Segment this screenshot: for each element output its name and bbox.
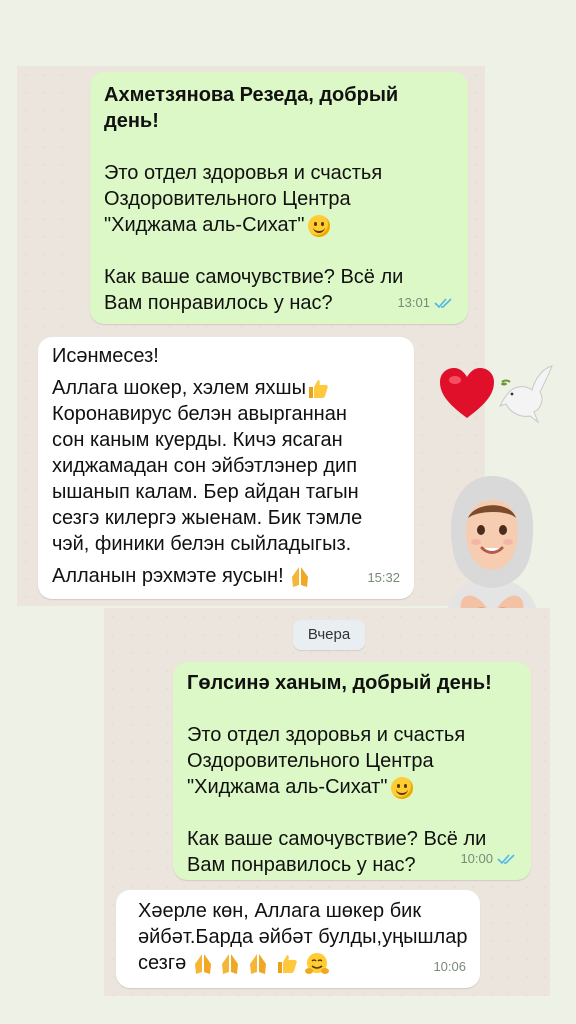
heart-icon [440, 368, 494, 418]
message-line: Оздоровительного Центра [104, 188, 351, 210]
thumbs-up-icon [277, 954, 297, 973]
message-time: 10:00 [460, 851, 493, 866]
message-meta: 15:32 [367, 565, 400, 591]
message-line: сезгә [138, 950, 466, 976]
incoming-message-1[interactable]: Исәнмесез! Аллага шокер, хэлем яхшы Коро… [38, 337, 414, 599]
message-meta: 10:06 [433, 954, 466, 980]
message-time: 15:32 [367, 570, 400, 585]
praying-hands-icon [222, 953, 239, 974]
message-line: Коронавирус белэн авырганнан [52, 403, 347, 425]
hugging-face-icon [305, 952, 330, 974]
date-separator: Вчера [293, 620, 365, 650]
smile-emoji-icon [308, 214, 331, 237]
message-meta: 10:00 [460, 846, 517, 872]
message-line: Ахметзянова Резеда, добрый [104, 84, 399, 106]
outgoing-message-1[interactable]: Ахметзянова Резеда, добрый день! Это отд… [90, 72, 468, 324]
message-line: Аллага шокер, хэлем яхшы [52, 375, 400, 401]
message-time: 13:01 [397, 295, 430, 310]
message-line: чэй, финики белэн сыйладыгыз. [52, 533, 352, 555]
message-meta: 13:01 [397, 290, 454, 316]
incoming-message-2[interactable]: Хәерле көн, Аллага шөкер бик әйбәт.Барда… [116, 890, 480, 988]
message-line: "Хиджама аль-Сихат" [187, 774, 517, 800]
message-line: Исәнмесез! [52, 345, 159, 367]
praying-hands-icon [249, 953, 266, 974]
message-time: 10:06 [433, 959, 466, 974]
thumbs-up-icon [308, 379, 328, 398]
message-line: Гөлсинә ханым, добрый день! [187, 672, 492, 694]
message-line: день! [104, 110, 159, 132]
message-line: ышанып калам. Бер айдан тагын [52, 481, 359, 503]
message-line: Это отдел здоровья и счастья [187, 724, 466, 746]
outgoing-message-2[interactable]: Гөлсинә ханым, добрый день! Это отдел зд… [173, 662, 531, 880]
message-line: сезгэ килергэ жыенам. Бик тэмле [52, 507, 363, 529]
message-line: "Хиджама аль-Сихат" [104, 212, 454, 238]
message-line: Как ваше самочувствие? Всё ли [104, 266, 404, 288]
dove-icon [499, 365, 553, 424]
praying-hands-icon [292, 566, 309, 587]
read-ticks-icon [497, 854, 515, 865]
message-line: әйбәт.Барда әйбәт булды,уңышлар [138, 926, 468, 948]
message-line: сон каным куерды. Кичэ ясаган [52, 429, 343, 451]
message-line: Оздоровительного Центра [187, 750, 434, 772]
message-line: Алланын рэхмэте яусын! [52, 563, 400, 589]
message-line: хиджамадан сон эйбэтлэнер дип [52, 455, 358, 477]
read-ticks-icon [434, 298, 452, 309]
smile-emoji-icon [391, 776, 414, 799]
praying-hands-icon [194, 953, 211, 974]
message-line: Это отдел здоровья и счастья [104, 162, 383, 184]
message-line: Хәерле көн, Аллага шөкер бик [138, 900, 422, 922]
